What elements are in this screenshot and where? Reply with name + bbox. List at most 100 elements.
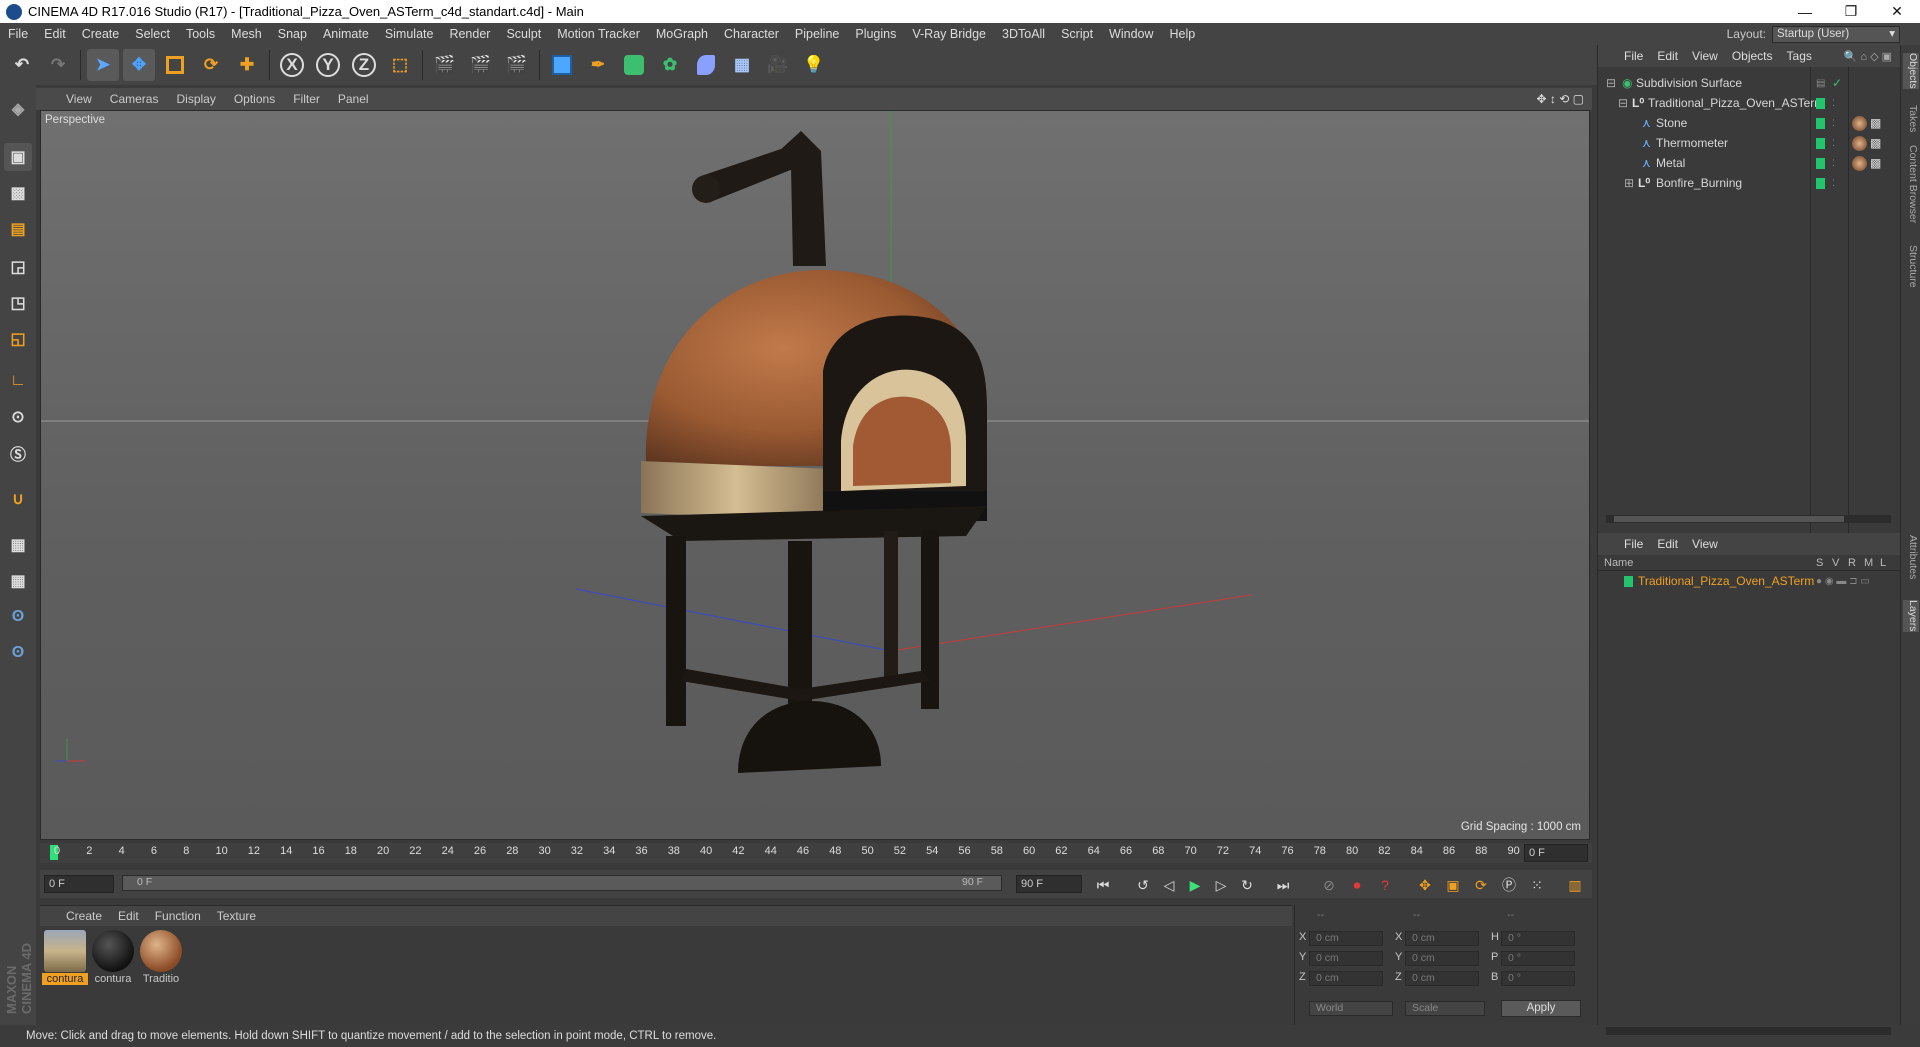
x-axis-lock-button[interactable]: X xyxy=(276,49,308,81)
menu-help[interactable]: Help xyxy=(1162,23,1204,45)
menu-snap[interactable]: Snap xyxy=(270,23,315,45)
points-mode-button[interactable]: ◲ xyxy=(4,253,32,281)
restore-icon[interactable]: ❐ xyxy=(1828,0,1874,23)
keyframe-selection-button[interactable]: ? xyxy=(1372,874,1398,896)
menu-sculpt[interactable]: Sculpt xyxy=(498,23,549,45)
viewport-menu-display[interactable]: Display xyxy=(176,92,215,106)
enabled-check-icon[interactable]: ✓ xyxy=(1832,76,1842,90)
material-swatch[interactable]: contura xyxy=(42,930,88,985)
goto-start-button[interactable]: ⏮ xyxy=(1090,874,1116,896)
tree-row-thermometer[interactable]: ⋏ Thermometer ⁚ ▩ xyxy=(1598,133,1901,153)
texture-mode-button[interactable]: ▩ xyxy=(4,179,32,207)
menu-window[interactable]: Window xyxy=(1101,23,1161,45)
grid-lock-button[interactable]: ▦ xyxy=(4,531,32,559)
texture-tag-icon[interactable]: ▩ xyxy=(1870,116,1881,130)
subdivision-button[interactable] xyxy=(618,49,650,81)
texture-tag-icon[interactable]: ▩ xyxy=(1870,156,1881,170)
menu-edit[interactable]: Edit xyxy=(36,23,74,45)
layer-toggle-icons[interactable]: ● ◉ ▬ ⊐ ▭ xyxy=(1816,576,1870,587)
material-tag-icon[interactable] xyxy=(1852,155,1867,171)
goto-end-button[interactable]: ⏭ xyxy=(1270,874,1296,896)
axis-mode-button[interactable]: ∟ xyxy=(4,367,32,395)
menu-create[interactable]: Create xyxy=(74,23,128,45)
make-editable-button[interactable]: ◈ xyxy=(4,95,32,123)
close-icon[interactable]: ✕ xyxy=(1874,0,1920,23)
position-z-field[interactable]: 0 cm xyxy=(1309,971,1383,986)
render-view-button[interactable]: 🎬 xyxy=(429,49,461,81)
visibility-dots[interactable]: ⁚ xyxy=(1832,138,1835,149)
grid-snap-button[interactable]: ▦ xyxy=(4,567,32,595)
layer-row[interactable]: Traditional_Pizza_Oven_ASTerm ● ◉ ▬ ⊐ ▭ xyxy=(1598,571,1901,591)
deformer-button[interactable] xyxy=(690,49,722,81)
timeline-window-button[interactable]: ▥ xyxy=(1562,874,1588,896)
render-picture-viewer-button[interactable]: 🎬 xyxy=(465,49,497,81)
visibility-dots[interactable]: ⁚ xyxy=(1832,118,1835,129)
record-keys-button[interactable]: ⊘ xyxy=(1316,874,1342,896)
tree-row-subdivision-surface[interactable]: ⊟ ◉ Subdivision Surface ▤ ✓ xyxy=(1598,73,1901,93)
point-level-key-button[interactable]: ⁙ xyxy=(1524,874,1550,896)
next-key-button[interactable]: ↻ xyxy=(1234,874,1260,896)
python-script-button[interactable]: ʘ xyxy=(4,603,32,631)
menu-motion-tracker[interactable]: Motion Tracker xyxy=(549,23,648,45)
layers-menu-file[interactable]: File xyxy=(1624,537,1643,551)
viewport-menu-options[interactable]: Options xyxy=(234,92,275,106)
viewport-menu-view[interactable]: View xyxy=(66,92,92,106)
timeline-end-field[interactable]: 0 F xyxy=(1524,844,1588,862)
menu-mograph[interactable]: MoGraph xyxy=(648,23,716,45)
material-tag-icon[interactable] xyxy=(1852,135,1867,151)
material-swatch[interactable]: Traditio xyxy=(138,930,184,985)
visibility-dots[interactable]: ⁚ xyxy=(1832,98,1835,109)
cube-primitive-button[interactable] xyxy=(546,49,578,81)
tab-layers[interactable]: Layers xyxy=(1903,600,1919,632)
viewport-menu-filter[interactable]: Filter xyxy=(293,92,320,106)
position-x-field[interactable]: 0 cm xyxy=(1309,931,1383,946)
light-button[interactable]: 💡 xyxy=(798,49,830,81)
material-swatch[interactable]: contura xyxy=(90,930,136,985)
array-button[interactable]: ✿ xyxy=(654,49,686,81)
play-button[interactable]: ▶ xyxy=(1182,874,1208,896)
material-tag-icon[interactable] xyxy=(1852,115,1867,131)
python-console-button[interactable]: ʘ xyxy=(4,639,32,667)
material-menu-create[interactable]: Create xyxy=(66,909,102,923)
viewport-menu-panel[interactable]: Panel xyxy=(338,92,369,106)
objects-menu-view[interactable]: View xyxy=(1692,49,1718,63)
layers-menu-view[interactable]: View xyxy=(1692,537,1718,551)
rotation-h-field[interactable]: 0 ° xyxy=(1501,931,1575,946)
objects-menu-tags[interactable]: Tags xyxy=(1787,49,1812,63)
layers-menu-edit[interactable]: Edit xyxy=(1657,537,1678,551)
menu-vray-bridge[interactable]: V-Ray Bridge xyxy=(904,23,994,45)
rotate-tool-button[interactable]: ⟳ xyxy=(195,49,227,81)
pen-spline-button[interactable]: ✒ xyxy=(582,49,614,81)
magnet-button[interactable]: ∪ xyxy=(4,485,32,513)
move-tool-button[interactable]: ✥ xyxy=(123,49,155,81)
layer-color-swatch[interactable] xyxy=(1816,157,1825,169)
scale-mode-select[interactable]: Scale xyxy=(1405,1001,1485,1016)
tweak-mode-button[interactable]: ⊙ xyxy=(4,403,32,431)
timeline-ruler[interactable]: 0 2 4 6 8 10 12 14 16 18 20 22 24 26 28 30 32 34 36 38 40 42 4… xyxy=(40,843,1592,863)
model-mode-button[interactable]: ▣ xyxy=(4,143,32,171)
collapse-icon[interactable]: ⊟ xyxy=(1606,76,1616,90)
rotation-b-field[interactable]: 0 ° xyxy=(1501,971,1575,986)
undo-button[interactable]: ↶ xyxy=(6,49,38,81)
menu-select[interactable]: Select xyxy=(127,23,178,45)
expand-icon[interactable]: ⊞ xyxy=(1624,176,1634,190)
layers-scrollbar[interactable] xyxy=(1606,1027,1891,1035)
tree-row-bonfire[interactable]: ⊞ L⁰ Bonfire_Burning ⁚ xyxy=(1598,173,1901,193)
menu-3dtoall[interactable]: 3DToAll xyxy=(994,23,1053,45)
edges-mode-button[interactable]: ◳ xyxy=(4,289,32,317)
prev-frame-button[interactable]: ◁ xyxy=(1156,874,1182,896)
menu-simulate[interactable]: Simulate xyxy=(377,23,442,45)
texture-tag-icon[interactable]: ▩ xyxy=(1870,136,1881,150)
recent-tool-button[interactable]: ✚ xyxy=(231,49,263,81)
viewport-nav-icons[interactable]: ✥ ↕ ⟲ ▢ xyxy=(1537,92,1584,106)
tab-objects[interactable]: Objects xyxy=(1903,53,1919,89)
live-selection-button[interactable]: ➤ xyxy=(87,49,119,81)
layer-color-swatch[interactable] xyxy=(1624,575,1633,587)
menu-pipeline[interactable]: Pipeline xyxy=(787,23,847,45)
next-frame-button[interactable]: ▷ xyxy=(1208,874,1234,896)
coordinate-system-button[interactable]: ⬚ xyxy=(384,49,416,81)
prev-key-button[interactable]: ↺ xyxy=(1130,874,1156,896)
size-z-field[interactable]: 0 cm xyxy=(1405,971,1479,986)
layout-select[interactable]: Startup (User) xyxy=(1772,25,1900,43)
floor-button[interactable]: ▦ xyxy=(726,49,758,81)
